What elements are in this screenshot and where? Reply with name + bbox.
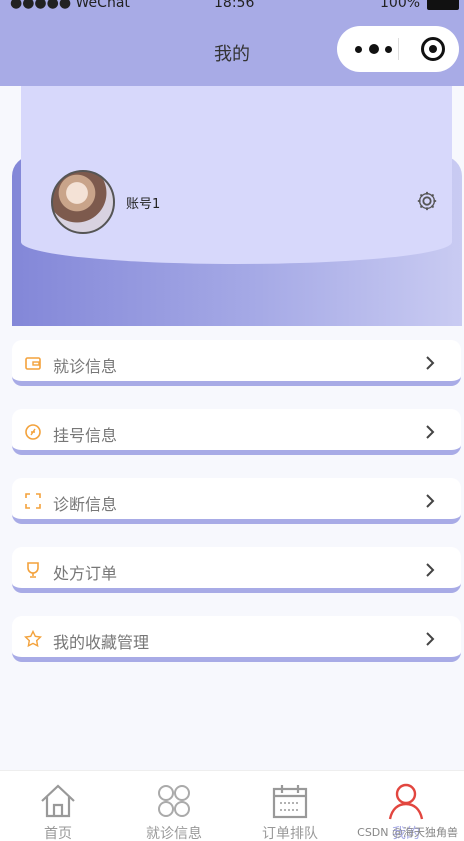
menu-item-prescription-orders[interactable]: 处方订单 [12, 547, 461, 593]
menu-label: 就诊信息 [53, 357, 118, 376]
gear-icon[interactable] [416, 190, 438, 212]
battery-percent: 100% [380, 0, 421, 11]
chevron-right-icon [426, 356, 435, 370]
chevron-right-icon [426, 563, 435, 577]
grid-icon [158, 785, 190, 817]
menu-label: 诊断信息 [53, 495, 118, 514]
carrier-text: ●●●●● WeChat [10, 0, 130, 11]
wallet-icon [25, 357, 41, 370]
menu-label: 处方订单 [53, 564, 118, 583]
menu-item-registration-info[interactable]: 挂号信息 [12, 409, 461, 455]
close-target-icon[interactable] [421, 37, 445, 61]
tab-label: 订单排队 [262, 826, 318, 841]
menu-label: 挂号信息 [53, 426, 118, 445]
username: 账号1 [126, 197, 161, 212]
trophy-icon [27, 562, 39, 578]
tab-order-queue[interactable]: 订单排队 [232, 771, 348, 841]
avatar[interactable] [51, 170, 115, 234]
tab-label: 首页 [44, 826, 72, 841]
calendar-icon [272, 785, 308, 819]
menu-item-favorites[interactable]: 我的收藏管理 [12, 616, 461, 662]
nav-bar: 我的 [0, 14, 464, 86]
clock-text: 18:56 [214, 0, 255, 11]
scan-icon [25, 493, 41, 509]
star-icon [24, 630, 42, 648]
tab-label: 就诊信息 [146, 826, 202, 841]
mini-program-capsule [337, 26, 459, 72]
home-icon [41, 784, 75, 818]
coin-icon [25, 424, 41, 440]
tab-visit-info[interactable]: 就诊信息 [116, 771, 232, 841]
capsule-divider [398, 38, 399, 60]
menu-label: 我的收藏管理 [53, 633, 150, 652]
chevron-right-icon [426, 425, 435, 439]
chevron-right-icon [426, 494, 435, 508]
battery-icon [427, 0, 459, 10]
chevron-right-icon [426, 632, 435, 646]
user-icon [388, 783, 424, 820]
status-bar: ●●●●● WeChat 18:56 100% [0, 0, 464, 14]
tab-home[interactable]: 首页 [0, 771, 116, 841]
watermark: CSDN @海天独角兽 [357, 826, 458, 839]
menu-item-diagnosis-info[interactable]: 诊断信息 [12, 478, 461, 524]
menu-item-visit-info[interactable]: 就诊信息 [12, 340, 461, 386]
more-icon[interactable] [355, 40, 395, 58]
